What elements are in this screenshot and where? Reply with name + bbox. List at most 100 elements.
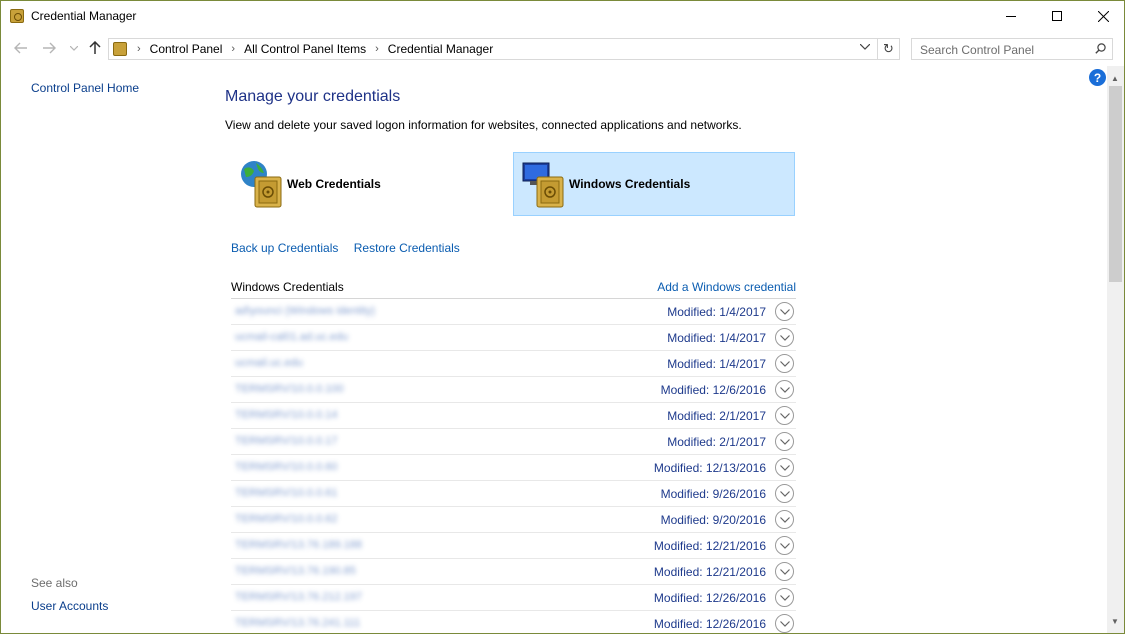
breadcrumb: › Control Panel › All Control Panel Item… [131, 42, 493, 56]
expand-chevron-icon[interactable] [775, 432, 794, 451]
credential-row[interactable]: TERMSRV/10.0.0.60 Modified: 12/13/2016 [231, 455, 796, 481]
expand-chevron-icon[interactable] [775, 302, 794, 321]
restore-credentials-link[interactable]: Restore Credentials [354, 241, 460, 255]
computer-vault-icon [522, 162, 564, 208]
credential-row[interactable]: TERMSRV/10.0.0.61 Modified: 9/26/2016 [231, 481, 796, 507]
expand-chevron-icon[interactable] [775, 588, 794, 607]
credential-modified: Modified: 12/26/2016 [653, 591, 766, 605]
search-input[interactable]: Search Control Panel [911, 38, 1113, 60]
credential-name: TERMSRV/13.76.212.197 [235, 591, 362, 603]
expand-chevron-icon[interactable] [775, 510, 794, 529]
credential-name: TERMSRV/10.0.0.14 [235, 409, 338, 421]
credential-modified: Modified: 2/1/2017 [667, 435, 766, 449]
credential-name: TERMSRV/10.0.0.61 [235, 487, 338, 499]
breadcrumb-all-items[interactable]: All Control Panel Items [244, 42, 366, 56]
credential-name: ad\younci (Windows identity) [235, 305, 376, 317]
credential-row[interactable]: ucmail.uc.edu Modified: 1/4/2017 [231, 351, 796, 377]
credential-name: TERMSRV/10.0.0.100 [235, 383, 344, 395]
arrow-left-icon [14, 42, 27, 54]
minimize-icon [1006, 15, 1016, 17]
credential-modified: Modified: 2/1/2017 [667, 409, 766, 423]
control-panel-home-link[interactable]: Control Panel Home [31, 81, 139, 95]
expand-chevron-icon[interactable] [775, 458, 794, 477]
left-navigation-pane: Control Panel Home See also User Account… [1, 66, 201, 632]
arrow-up-icon [89, 41, 101, 54]
expand-chevron-icon[interactable] [775, 614, 794, 633]
expand-chevron-icon[interactable] [775, 354, 794, 373]
back-up-credentials-link[interactable]: Back up Credentials [231, 241, 338, 255]
credential-row[interactable]: TERMSRV/10.0.0.17 Modified: 2/1/2017 [231, 429, 796, 455]
windows-credentials-label: Windows Credentials [569, 177, 691, 191]
see-also-label: See also [31, 576, 78, 590]
credential-modified: Modified: 1/4/2017 [667, 305, 766, 319]
credential-name: ucmail.uc.edu [235, 357, 303, 369]
close-icon [1097, 10, 1109, 22]
help-button[interactable]: ? [1089, 69, 1106, 86]
scroll-up-arrow-icon[interactable]: ▲ [1111, 74, 1119, 83]
recent-locations-button[interactable] [65, 39, 83, 57]
close-button[interactable] [1080, 1, 1125, 31]
up-button[interactable] [86, 39, 104, 57]
credentials-list-title: Windows Credentials [231, 280, 344, 294]
vertical-scrollbar[interactable]: ▲ ▼ [1107, 66, 1124, 633]
search-placeholder: Search Control Panel [920, 43, 1035, 57]
scrollbar-thumb[interactable] [1109, 86, 1122, 282]
credential-row[interactable]: TERMSRV/13.76.212.197 Modified: 12/26/20… [231, 585, 796, 611]
maximize-button[interactable] [1034, 1, 1080, 31]
forward-button[interactable] [40, 39, 58, 57]
credential-row[interactable]: TERMSRV/13.76.189.188 Modified: 12/21/20… [231, 533, 796, 559]
back-button[interactable] [12, 39, 30, 57]
breadcrumb-credential-manager[interactable]: Credential Manager [388, 42, 493, 56]
credential-name: TERMSRV/13.76.190.85 [235, 565, 356, 577]
credential-modified: Modified: 1/4/2017 [667, 331, 766, 345]
breadcrumb-control-panel[interactable]: Control Panel [150, 42, 223, 56]
credential-modified: Modified: 1/4/2017 [667, 357, 766, 371]
chevron-down-icon [70, 45, 78, 51]
credential-modified: Modified: 12/21/2016 [653, 539, 766, 553]
chevron-down-icon [859, 43, 871, 50]
web-credentials-tile[interactable]: Web Credentials [231, 152, 513, 216]
expand-chevron-icon[interactable] [775, 536, 794, 555]
refresh-button[interactable]: ↻ [878, 38, 900, 60]
breadcrumb-separator-icon: › [375, 43, 379, 55]
user-accounts-link[interactable]: User Accounts [31, 599, 108, 613]
add-windows-credential-link[interactable]: Add a Windows credential [657, 280, 796, 294]
credential-row[interactable]: TERMSRV/13.76.241.111 Modified: 12/26/20… [231, 611, 796, 634]
credential-row[interactable]: ad\younci (Windows identity) Modified: 1… [231, 299, 796, 325]
globe-vault-icon [241, 161, 282, 208]
credential-row[interactable]: TERMSRV/10.0.0.62 Modified: 9/20/2016 [231, 507, 796, 533]
arrow-right-icon [43, 42, 56, 54]
breadcrumb-separator-icon: › [137, 43, 141, 55]
title-bar: Credential Manager [1, 1, 1124, 32]
credential-modified: Modified: 12/13/2016 [653, 461, 766, 475]
credential-modified: Modified: 12/26/2016 [653, 617, 766, 631]
page-description: View and delete your saved logon informa… [225, 118, 742, 132]
credential-row[interactable]: TERMSRV/10.0.0.100 Modified: 12/6/2016 [231, 377, 796, 403]
credential-row[interactable]: ucmail-cal01.ad.uc.edu Modified: 1/4/201… [231, 325, 796, 351]
expand-chevron-icon[interactable] [775, 380, 794, 399]
backup-restore-links: Back up Credentials Restore Credentials [231, 241, 472, 255]
minimize-button[interactable] [988, 1, 1034, 31]
page-title: Manage your credentials [225, 88, 401, 105]
expand-chevron-icon[interactable] [775, 484, 794, 503]
credential-modified: Modified: 9/20/2016 [660, 513, 766, 527]
windows-credentials-tile[interactable]: Windows Credentials [513, 152, 795, 216]
scroll-down-arrow-icon[interactable]: ▼ [1111, 617, 1119, 626]
address-bar[interactable]: › Control Panel › All Control Panel Item… [108, 38, 878, 60]
search-icon[interactable] [1095, 43, 1106, 54]
credential-name: TERMSRV/10.0.0.60 [235, 461, 338, 473]
expand-chevron-icon[interactable] [775, 562, 794, 581]
credential-modified: Modified: 9/26/2016 [660, 487, 766, 501]
credential-row[interactable]: TERMSRV/10.0.0.14 Modified: 2/1/2017 [231, 403, 796, 429]
expand-chevron-icon[interactable] [775, 328, 794, 347]
credential-manager-icon [10, 9, 24, 23]
navigation-bar: › Control Panel › All Control Panel Item… [1, 33, 1124, 65]
credential-name: TERMSRV/10.0.0.62 [235, 513, 338, 525]
refresh-icon: ↻ [883, 41, 894, 56]
credentials-list-header: Windows Credentials Add a Windows creden… [231, 279, 796, 299]
maximize-icon [1052, 11, 1062, 21]
address-dropdown-button[interactable] [859, 42, 871, 53]
credential-row[interactable]: TERMSRV/13.76.190.85 Modified: 12/21/201… [231, 559, 796, 585]
expand-chevron-icon[interactable] [775, 406, 794, 425]
control-panel-icon [113, 42, 127, 56]
